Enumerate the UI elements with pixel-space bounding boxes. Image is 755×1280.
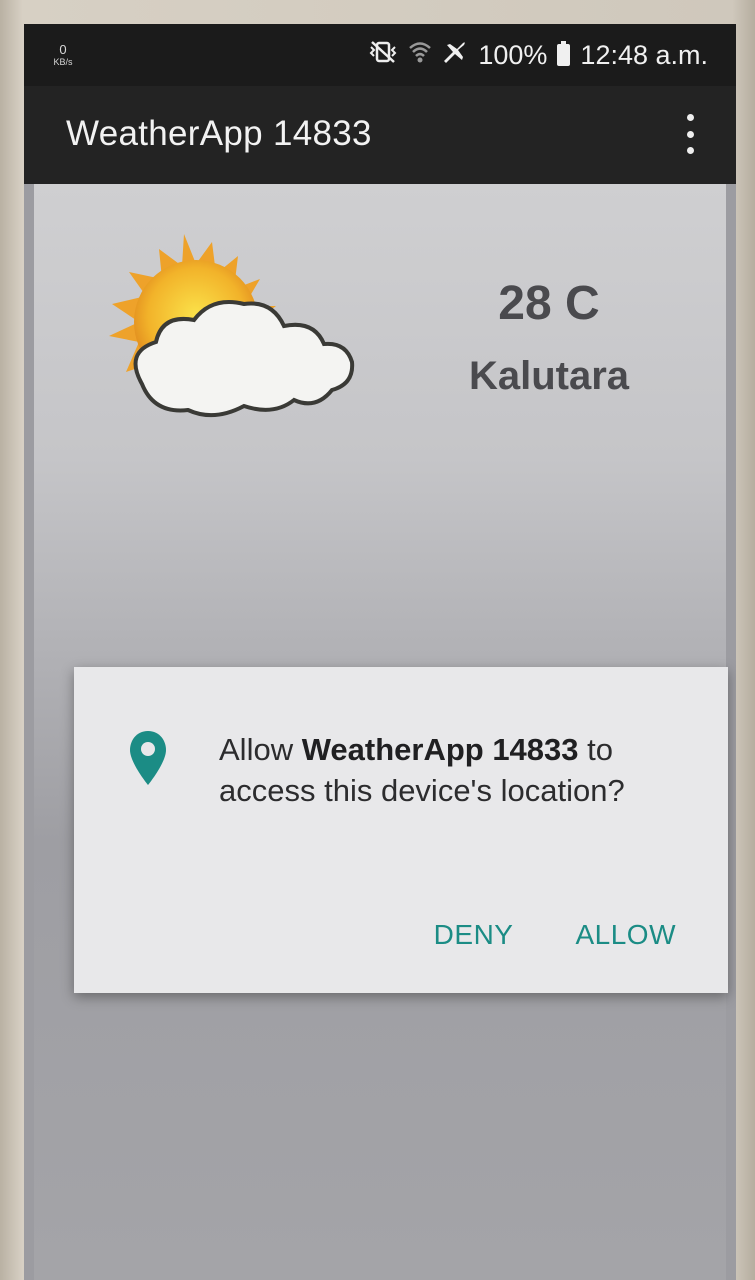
dialog-actions: DENY ALLOW bbox=[434, 919, 676, 951]
airplane-mode-icon bbox=[442, 39, 468, 72]
dialog-app-name: WeatherApp 14833 bbox=[301, 732, 579, 767]
mute-vibrate-icon bbox=[368, 40, 398, 71]
dialog-message: Allow WeatherApp 14833 to access this de… bbox=[219, 729, 689, 811]
overflow-menu-icon[interactable] bbox=[684, 114, 696, 154]
status-icons: 100% 12:48 a.m. bbox=[368, 38, 708, 72]
allow-button[interactable]: ALLOW bbox=[575, 919, 676, 951]
phone-frame: 0 KB/s 100% 12:48 a.m. WeatherApp 14833 … bbox=[0, 0, 755, 1280]
deny-button[interactable]: DENY bbox=[434, 919, 514, 951]
temperature: 28 C bbox=[498, 277, 600, 330]
network-speed: 0 KB/s bbox=[48, 42, 78, 68]
location-permission-dialog: Allow WeatherApp 14833 to access this de… bbox=[74, 667, 728, 993]
clock: 12:48 a.m. bbox=[580, 39, 708, 70]
app-title: WeatherApp 14833 bbox=[66, 114, 372, 153]
battery-percent: 100% bbox=[478, 39, 548, 70]
battery-icon bbox=[557, 41, 571, 66]
network-speed-unit: KB/s bbox=[53, 57, 73, 67]
phone-screen: 0 KB/s 100% 12:48 a.m. WeatherApp 14833 … bbox=[24, 24, 736, 1280]
wifi-icon bbox=[408, 39, 432, 72]
network-speed-value: 0 bbox=[59, 42, 67, 57]
status-bar: 0 KB/s 100% 12:48 a.m. bbox=[24, 24, 736, 86]
partly-cloudy-icon bbox=[84, 234, 364, 444]
app-bar: WeatherApp 14833 bbox=[24, 86, 736, 184]
city-name: Kalutara bbox=[468, 354, 630, 398]
dialog-message-prefix: Allow bbox=[219, 732, 302, 767]
main-content: 28 C Kalutara Allow WeatherApp 14833 to … bbox=[34, 184, 728, 1280]
location-pin-icon bbox=[128, 729, 168, 789]
